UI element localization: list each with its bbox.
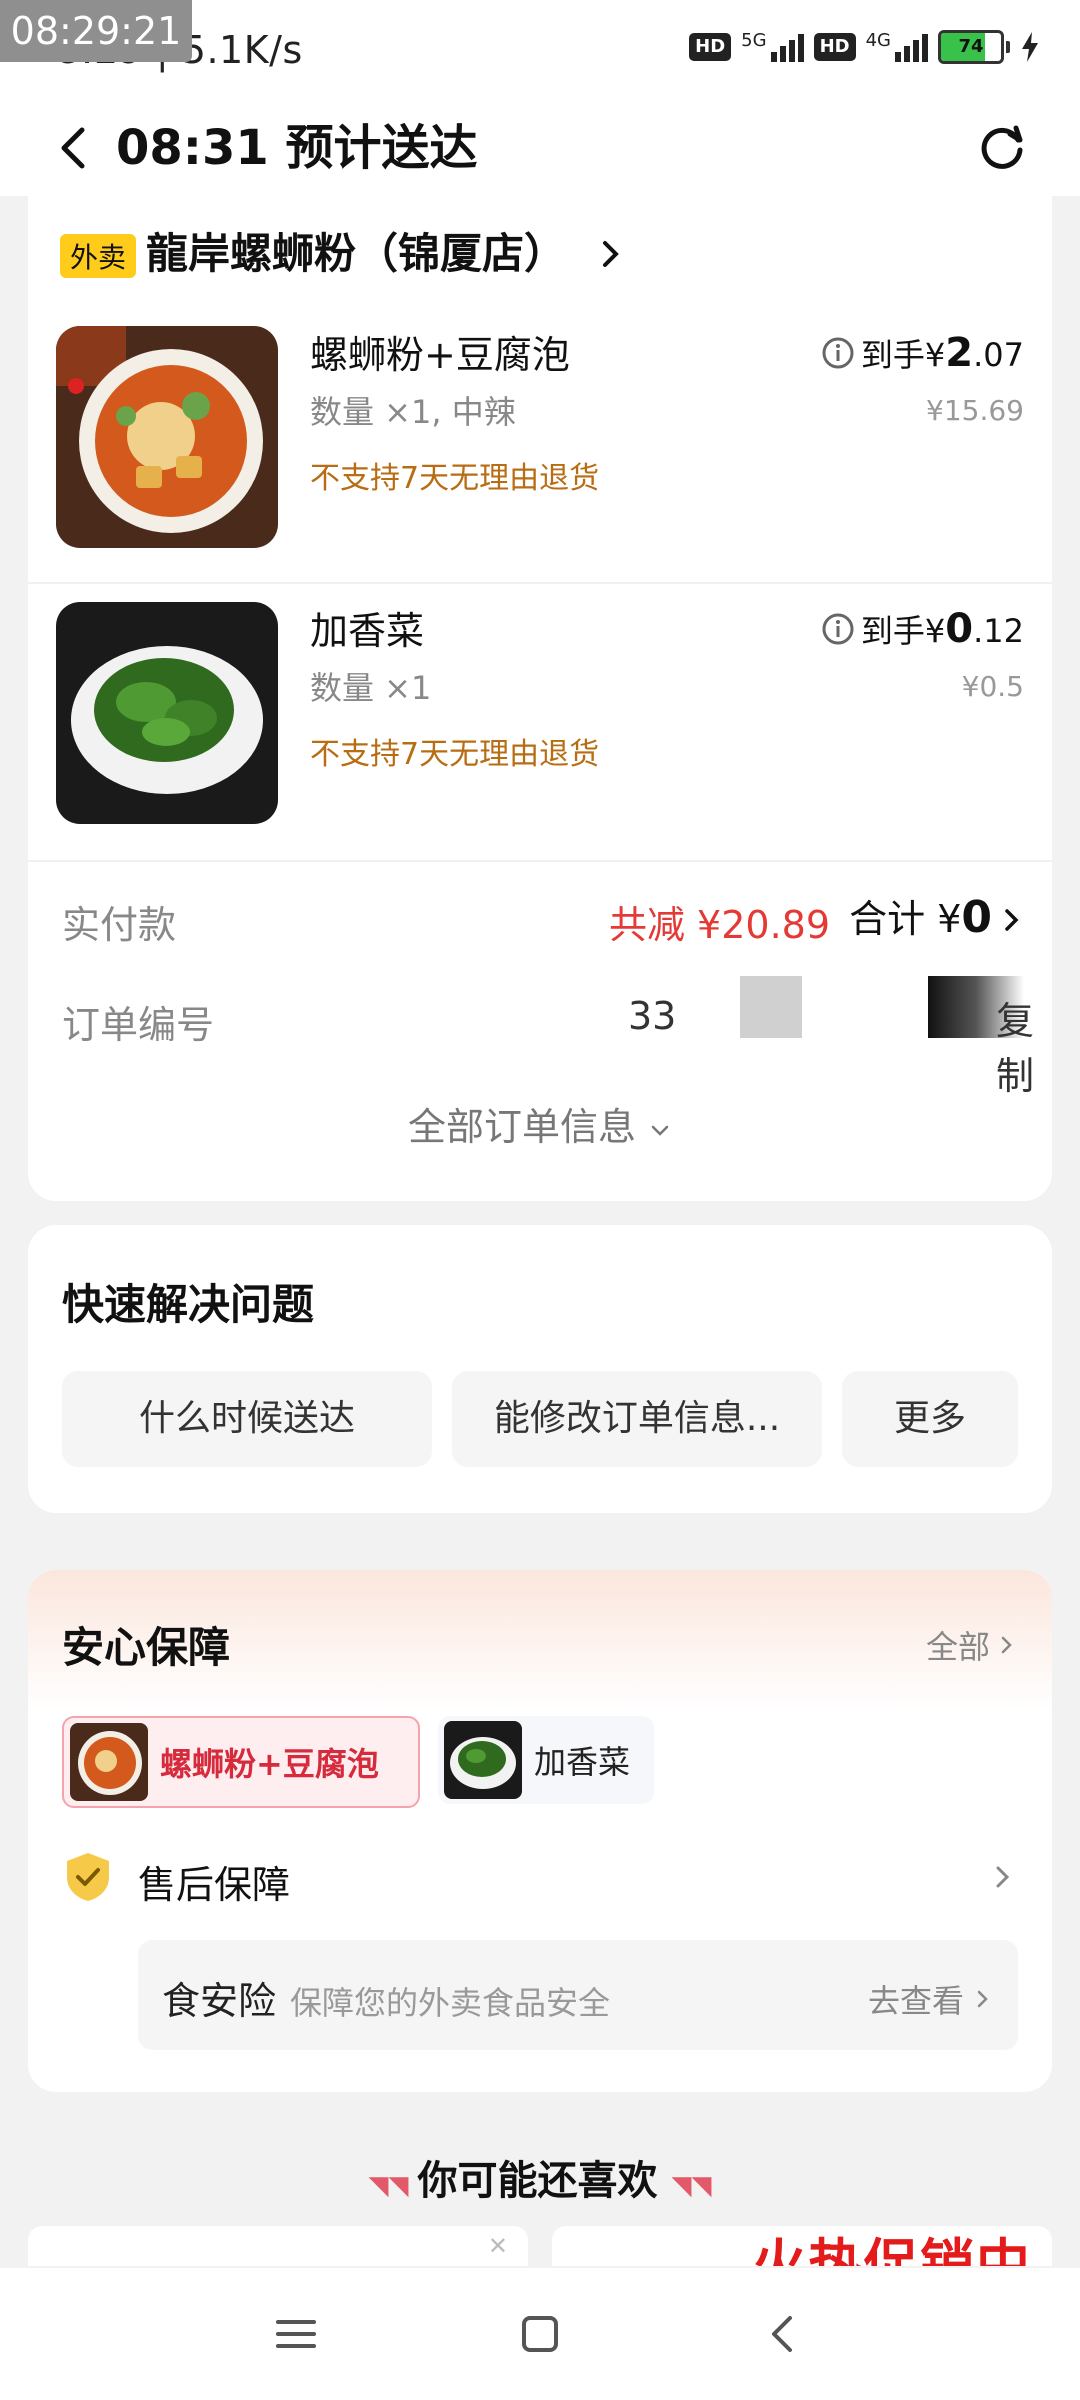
chevron-right-icon[interactable] [594,238,626,270]
redacted-block [740,976,802,1038]
payment-row[interactable]: 实付款 共减 ¥20.89 合计 ¥0 [28,876,1052,956]
order-card: 外卖 龍岸螺蛳粉（锦厦店） 螺蛳粉+豆腐泡 数量 ×1, 中辣 不支持7天无理由… [28,196,1052,1201]
status-bar: 8:29 | 5.1K/s HD 5G HD 4G 74 08:29:21 [0,0,1080,100]
insurance-view-link[interactable]: 去查看 [868,1976,994,2022]
order-item[interactable]: 加香菜 数量 ×1 不支持7天无理由退货 到手¥0.12 ¥0.5 [28,582,1052,858]
price-int: 0 [945,606,974,652]
decoration-left-icon: ◥◥ [368,2171,418,2201]
insurance-description: 保障您的外卖食品安全 [290,1984,611,2022]
order-number-value: 33 [628,994,677,1038]
order-number-label: 订单编号 [62,1003,215,1047]
total-amount: 合计 ¥0 [849,892,992,943]
quick-help-title: 快速解决问题 [62,1280,315,1329]
return-policy: 不支持7天无理由退货 [310,737,600,772]
promo-banner: 火热促销中 [752,2233,1032,2266]
order-item[interactable]: 螺蛳粉+豆腐泡 数量 ×1, 中辣 不支持7天无理由退货 到手¥2.07 ¥15… [28,306,1052,582]
food-thumb-cilantro [444,1721,522,1799]
network-5g-label: 5G [741,29,767,51]
paid-label: 实付款 [62,903,177,947]
hd-badge-2: HD [813,33,856,61]
help-chip-more[interactable]: 更多 [842,1371,1018,1467]
menu-icon[interactable] [268,2306,324,2362]
hd-badge: HD [689,33,732,61]
price-prefix: 到手¥ [860,612,946,650]
recommend-tile[interactable]: ✕ [28,2226,528,2266]
product-chip-label: 加香菜 [534,1743,631,1781]
refresh-icon[interactable] [974,120,1030,176]
recommend-tile-promo[interactable]: 火热促销中 [552,2226,1052,2266]
price-prefix: 到手¥ [860,336,946,374]
view-label: 去查看 [867,1982,964,2020]
battery-icon: 74 [938,30,1010,64]
return-policy: 不支持7天无理由退货 [310,461,600,496]
signal-icon [770,32,804,62]
item-quantity: 数量 ×1 [310,669,432,707]
price-decimal: .07 [973,336,1024,374]
item-quantity: 数量 ×1, 中辣 [310,393,516,431]
takeout-tag: 外卖 [60,234,137,278]
home-icon[interactable] [512,2306,568,2362]
item-price[interactable]: 到手¥0.12 [821,606,1024,652]
aftersale-guarantee[interactable]: 售后保障 [138,1854,290,1909]
all-label: 全部 [925,1628,990,1666]
quick-help-card: 快速解决问题 什么时候送达 能修改订单信息... 更多 [28,1225,1052,1513]
item-name: 加香菜 [310,609,425,653]
charging-icon [1022,32,1038,62]
chevron-right-icon[interactable] [998,906,1026,934]
all-order-info-label: 全部订单信息 [407,1105,636,1149]
shield-check-icon [67,1853,109,1901]
info-icon[interactable] [821,612,855,646]
recommend-title: 你可能还喜欢 [417,2158,658,2204]
signal-icon-2 [895,32,928,62]
page-title: 08:31 预计送达 [116,120,478,176]
recommend-heading: ◥◥ 你可能还喜欢 ◥◥ [0,2148,1080,2206]
item-price[interactable]: 到手¥2.07 [821,330,1024,376]
chevron-down-icon [651,1125,669,1136]
item-name: 螺蛳粉+豆腐泡 [310,333,570,377]
page-header: 08:31 预计送达 [0,100,1080,196]
status-icons: HD 5G HD 4G 74 [689,30,1040,64]
food-image-noodle [56,326,278,548]
assurance-title: 安心保障 [62,1623,231,1672]
assurance-all-link[interactable]: 全部 [926,1622,1018,1668]
close-icon[interactable]: ✕ [488,2232,508,2260]
copy-button[interactable]: 复制 [996,990,1052,1100]
decoration-right-icon: ◥◥ [671,2171,712,2201]
help-chip-modify-order[interactable]: 能修改订单信息... [452,1371,822,1467]
price-decimal: .12 [973,612,1024,650]
original-price: ¥15.69 [926,394,1024,427]
store-name[interactable]: 龍岸螺蛳粉（锦厦店） [146,226,566,282]
product-chip-cilantro[interactable]: 加香菜 [438,1716,655,1804]
divider [28,860,1052,862]
chevron-right-icon [977,1990,988,2008]
product-chip-noodle[interactable]: 螺蛳粉+豆腐泡 [62,1716,420,1808]
back-arrow-icon[interactable] [44,118,104,178]
insurance-name: 食安险 [162,1979,277,2023]
help-chip-delivery-time[interactable]: 什么时候送达 [62,1371,432,1467]
price-int: 2 [945,330,974,376]
original-price: ¥0.5 [961,670,1024,703]
assurance-card: 安心保障 全部 螺蛳粉+豆腐泡 加香菜 售后保障 食安险 保障您的外卖食品安全 … [28,1570,1052,2092]
all-order-info-toggle[interactable]: 全部订单信息 [28,1096,1052,1151]
back-icon[interactable] [756,2306,812,2362]
info-icon[interactable] [821,336,855,370]
food-thumb-noodle [70,1723,148,1801]
system-nav-bar [0,2268,1080,2400]
chevron-right-icon[interactable] [990,1864,1016,1890]
discount-amount: 共减 ¥20.89 [608,903,830,947]
network-4g-label: 4G [865,29,891,51]
food-safety-insurance[interactable]: 食安险 保障您的外卖食品安全 去查看 [138,1940,1018,2050]
food-image-cilantro [56,602,278,824]
screen-clock-overlay: 08:29:21 [0,0,192,62]
chevron-right-icon [1001,1636,1012,1654]
product-chip-label: 螺蛳粉+豆腐泡 [160,1745,379,1783]
order-number-row: 订单编号 33 复制 [28,976,1052,1098]
